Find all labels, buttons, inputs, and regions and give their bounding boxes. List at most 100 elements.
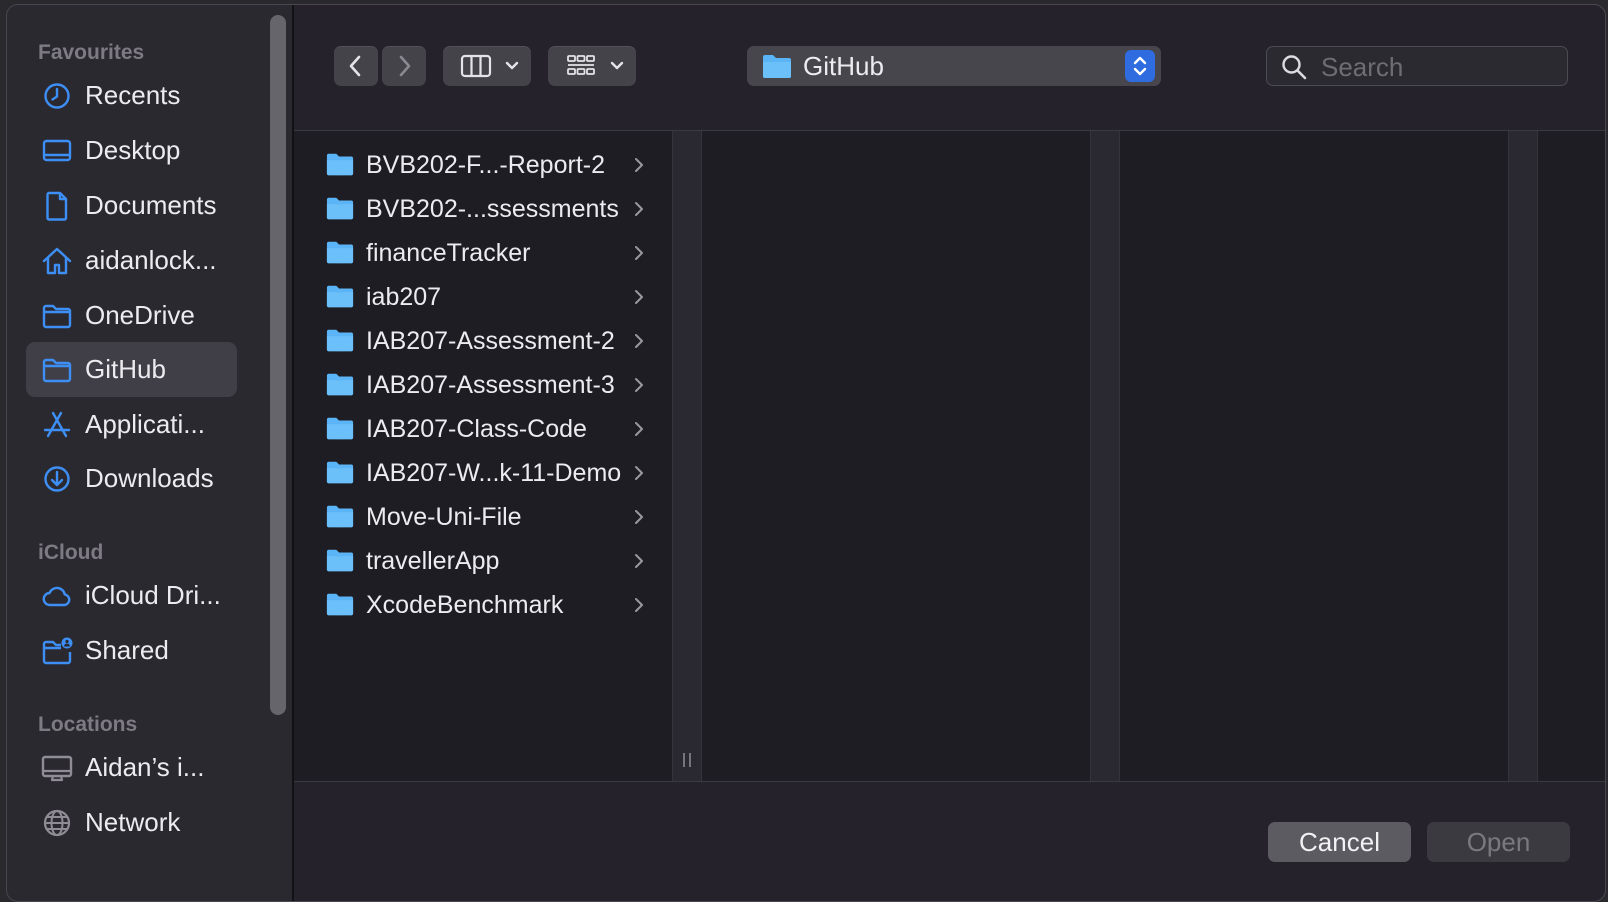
globe-icon — [41, 807, 73, 839]
list-item[interactable]: XcodeBenchmark — [306, 583, 658, 627]
desktop-icon — [41, 135, 73, 167]
list-item[interactable]: IAB207-Class-Code — [306, 407, 658, 451]
cancel-button[interactable]: Cancel — [1268, 822, 1411, 862]
sidebar-item-desktop[interactable]: Desktop — [26, 123, 237, 178]
folder-icon — [326, 417, 354, 440]
sidebar-item-label: Recents — [85, 80, 181, 110]
chevron-right-icon — [635, 466, 643, 480]
sidebar-item-label: Downloads — [85, 463, 214, 493]
folder-icon — [326, 197, 354, 220]
columns-view-icon — [460, 54, 492, 78]
sidebar-item-label: Desktop — [85, 135, 181, 165]
column-resize-handle[interactable] — [672, 131, 702, 781]
sidebar-item-documents[interactable]: Documents — [26, 178, 237, 233]
file-column: BVB202-F...-Report-2 BVB202-...ssessment… — [294, 131, 672, 781]
open-button[interactable]: Open — [1427, 822, 1570, 862]
popup-stepper — [1125, 50, 1155, 82]
home-icon — [41, 245, 73, 277]
computer-icon — [41, 752, 73, 784]
list-item[interactable]: Move-Uni-File — [306, 495, 658, 539]
sidebar-item-recents[interactable]: Recents — [26, 68, 237, 123]
chevron-updown-icon — [1133, 56, 1147, 76]
path-popup-button[interactable]: GitHub — [747, 46, 1161, 86]
list-item[interactable]: travellerApp — [306, 539, 658, 583]
chevron-right-icon — [635, 554, 643, 568]
item-name: IAB207-Class-Code — [366, 414, 587, 443]
open-file-dialog: Favourites Recents Desktop Documents aid… — [6, 4, 1606, 902]
sidebar-item-label: iCloud Dri... — [85, 580, 221, 610]
folder-icon — [326, 241, 354, 264]
sidebar-item-computer[interactable]: Aidan’s i... — [26, 740, 237, 795]
item-name: IAB207-Assessment-3 — [366, 370, 615, 399]
sidebar-scrollbar[interactable] — [270, 15, 286, 715]
list-item[interactable]: IAB207-W...k-11-Demo — [306, 451, 658, 495]
view-mode-button[interactable] — [443, 46, 531, 86]
item-name: IAB207-Assessment-2 — [366, 326, 615, 355]
chevron-right-icon — [635, 598, 643, 612]
item-name: Move-Uni-File — [366, 502, 522, 531]
folder-icon — [763, 55, 791, 78]
column-divider[interactable] — [1090, 131, 1120, 781]
sidebar-item-applications[interactable]: Applicati... — [26, 397, 237, 452]
list-item[interactable]: IAB207-Assessment-3 — [306, 363, 658, 407]
item-name: XcodeBenchmark — [366, 590, 564, 619]
folder-icon — [326, 505, 354, 528]
folder-icon — [326, 593, 354, 616]
folder-icon — [326, 329, 354, 352]
column-divider[interactable] — [1508, 131, 1538, 781]
chevron-right-icon — [635, 202, 643, 216]
item-name: travellerApp — [366, 546, 500, 575]
list-item[interactable]: iab207 — [306, 275, 658, 319]
sidebar-item-label: Applicati... — [85, 409, 205, 439]
applications-icon — [41, 409, 73, 441]
item-name: iab207 — [366, 282, 442, 311]
resize-grip-icon — [683, 753, 691, 767]
chevron-right-icon — [635, 158, 643, 172]
sidebar-item-network[interactable]: Network — [26, 795, 237, 850]
sidebar-item-downloads[interactable]: Downloads — [26, 451, 237, 506]
chevron-right-icon — [635, 422, 643, 436]
list-item[interactable]: financeTracker — [306, 231, 658, 275]
folder-icon — [326, 461, 354, 484]
sidebar-item-label: aidanlock... — [85, 245, 217, 275]
column-browser: BVB202-F...-Report-2 BVB202-...ssessment… — [294, 130, 1605, 782]
sidebar-item-label: Documents — [85, 190, 217, 220]
favourites-heading: Favourites — [38, 41, 145, 64]
current-folder-label: GitHub — [803, 51, 884, 81]
folder-icon — [41, 300, 73, 332]
sidebar-item-label: Network — [85, 807, 181, 837]
chevron-right-icon — [635, 290, 643, 304]
forward-button[interactable] — [382, 46, 426, 86]
sidebar-item-label: Shared — [85, 635, 169, 665]
chevron-down-icon — [505, 61, 519, 70]
sidebar-item-github[interactable]: GitHub — [26, 342, 237, 397]
list-item[interactable]: BVB202-...ssessments — [306, 187, 658, 231]
sidebar-item-icloud-drive[interactable]: iCloud Dri... — [26, 568, 237, 623]
folder-icon — [326, 373, 354, 396]
sidebar-item-home[interactable]: aidanlock... — [26, 233, 237, 288]
clock-icon — [41, 80, 73, 112]
sidebar-item-onedrive[interactable]: OneDrive — [26, 288, 237, 343]
list-item[interactable]: BVB202-F...-Report-2 — [306, 143, 658, 187]
group-by-button[interactable] — [548, 46, 636, 86]
chevron-left-icon — [349, 55, 361, 77]
sidebar-item-label: OneDrive — [85, 300, 195, 330]
locations-heading: Locations — [38, 713, 138, 736]
item-name: BVB202-F...-Report-2 — [366, 150, 605, 179]
folder-icon — [326, 549, 354, 572]
chevron-down-icon — [610, 61, 624, 70]
chevron-right-icon — [635, 378, 643, 392]
shared-folder-icon — [41, 635, 73, 667]
list-item[interactable]: IAB207-Assessment-2 — [306, 319, 658, 363]
item-name: financeTracker — [366, 238, 531, 267]
folder-icon — [326, 153, 354, 176]
sidebar: Favourites Recents Desktop Documents aid… — [7, 5, 294, 901]
back-button[interactable] — [334, 46, 378, 86]
search-field[interactable] — [1266, 46, 1568, 86]
sidebar-item-shared[interactable]: Shared — [26, 623, 237, 678]
search-input[interactable] — [1319, 51, 1559, 83]
sidebar-item-label: Aidan’s i... — [85, 752, 205, 782]
item-name: BVB202-...ssessments — [366, 194, 619, 223]
sidebar-item-label: GitHub — [85, 354, 166, 384]
cloud-icon — [41, 580, 73, 612]
